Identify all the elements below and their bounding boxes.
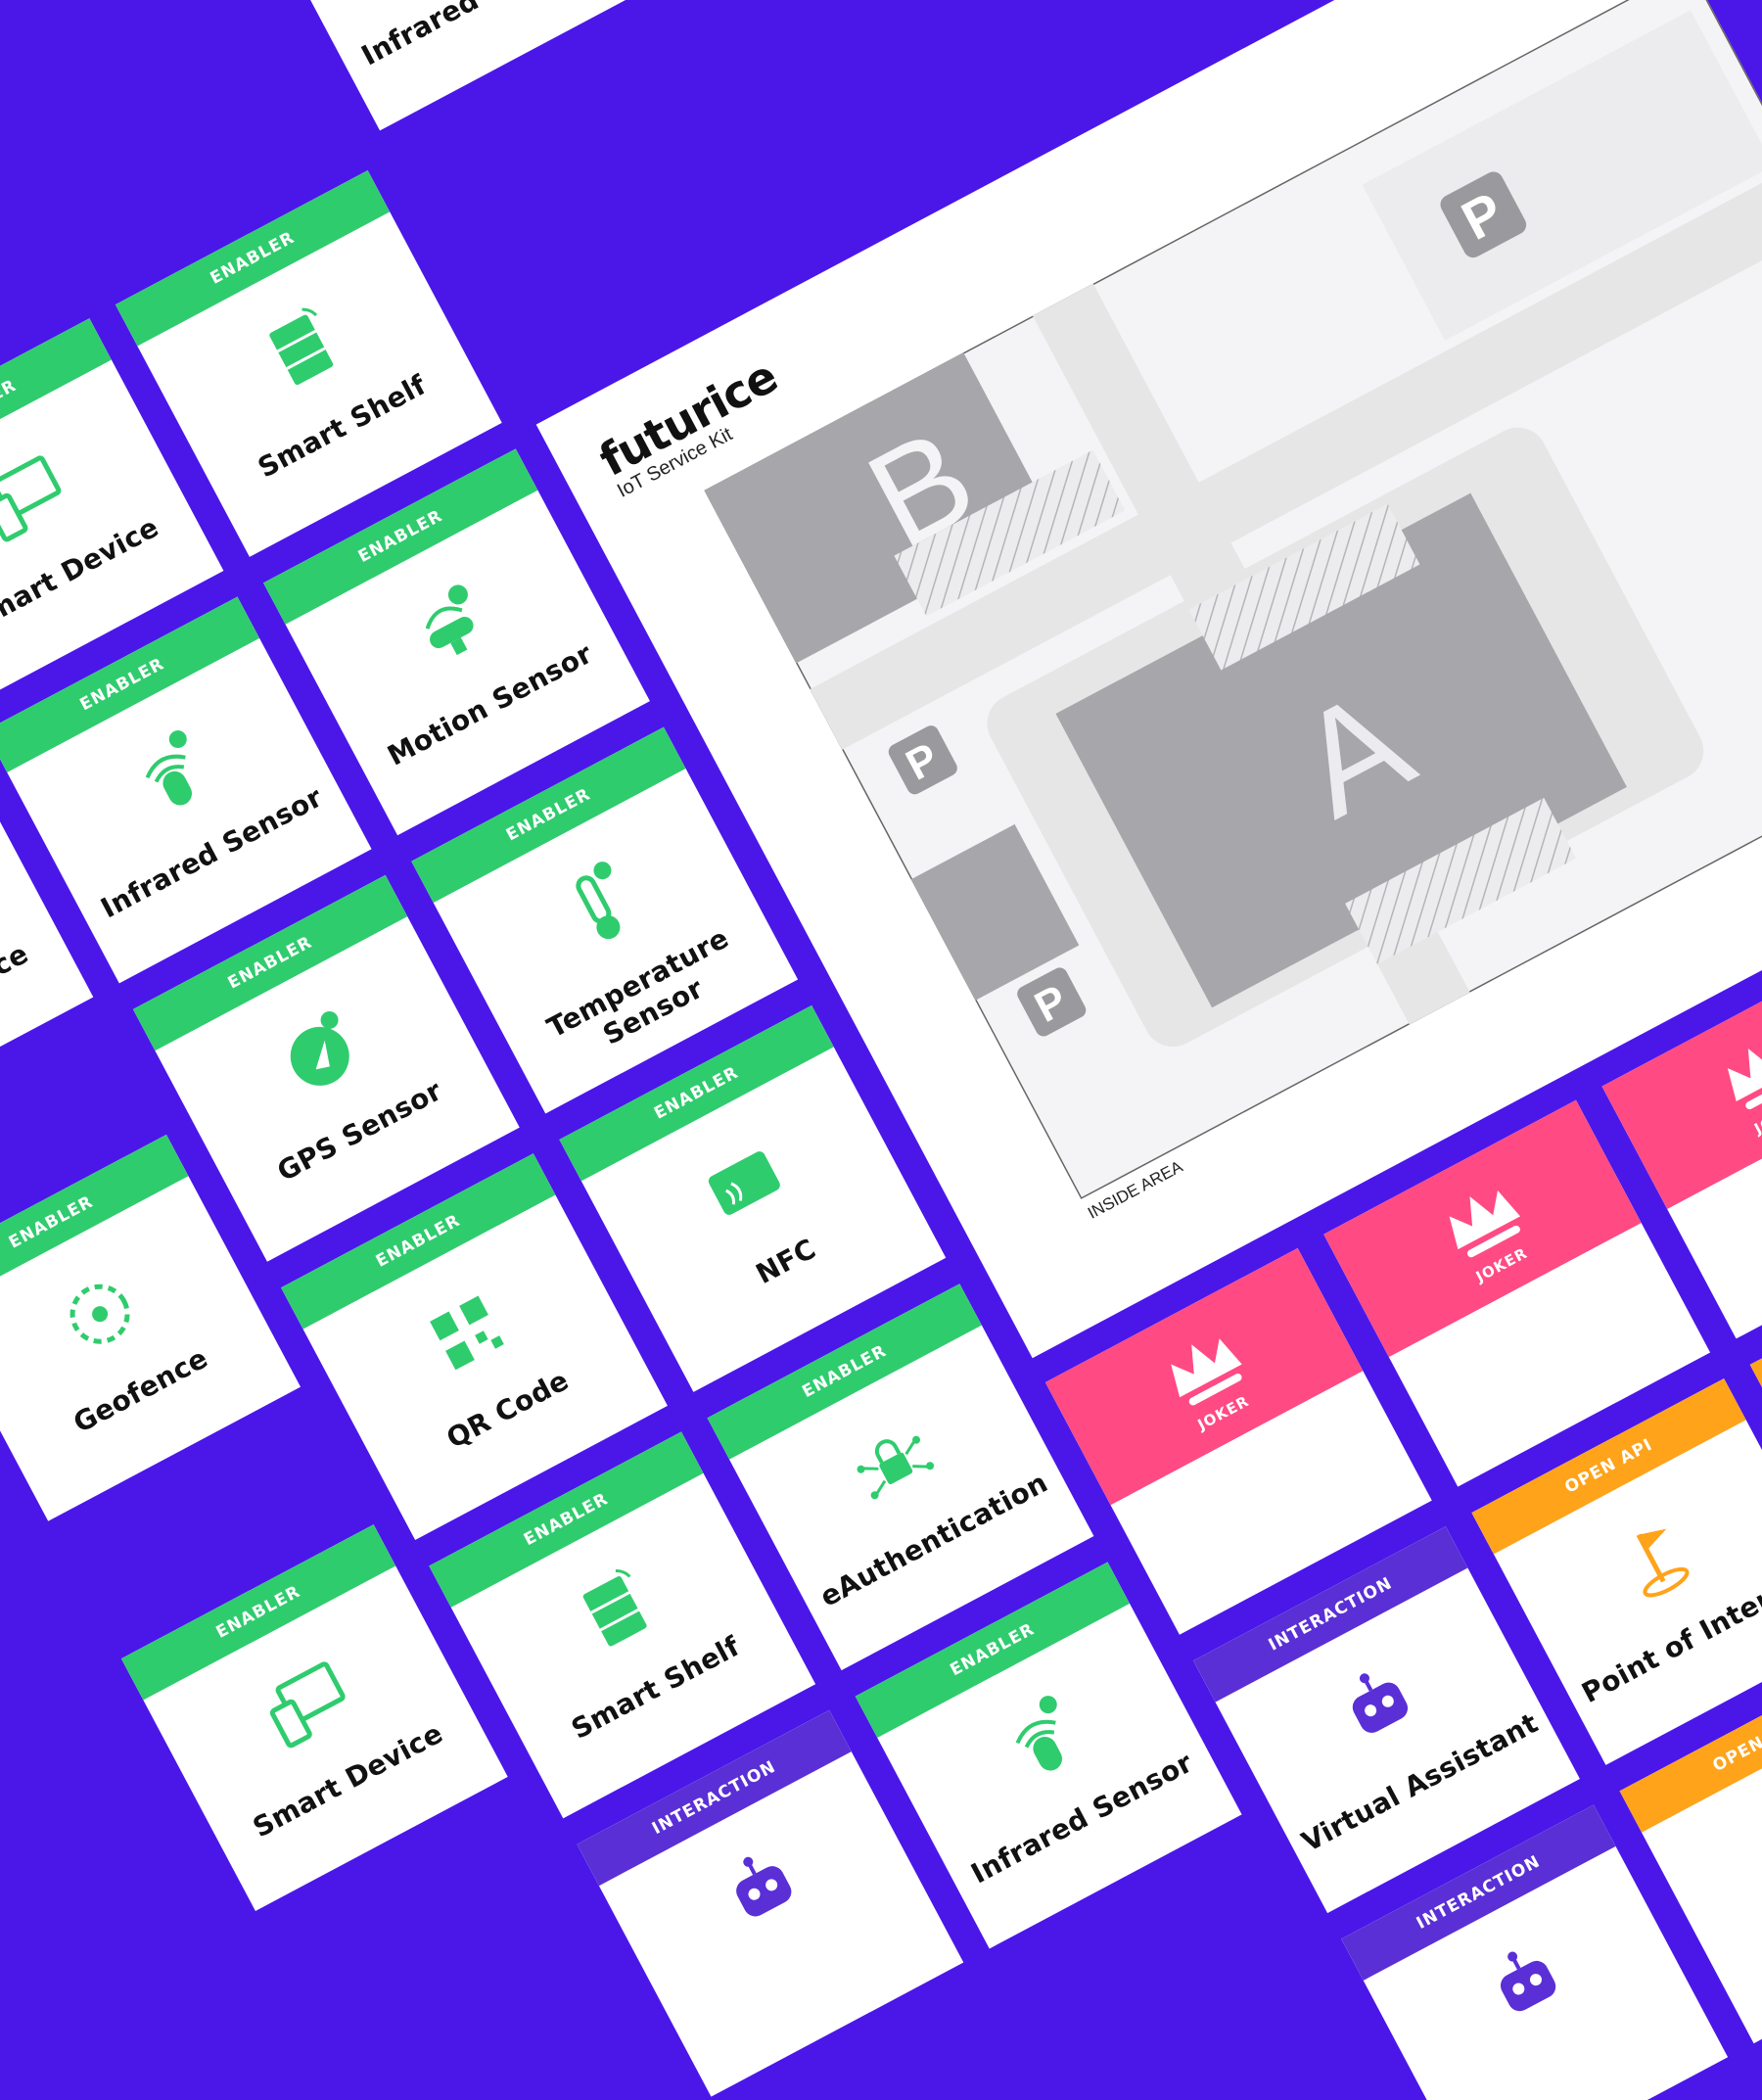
infrared-icon xyxy=(975,1675,1107,1807)
card-title xyxy=(1712,1832,1762,1966)
thermometer-icon xyxy=(532,840,664,972)
shelf-icon xyxy=(549,1545,681,1677)
gps-icon xyxy=(253,988,385,1120)
nfc-icon xyxy=(679,1119,811,1251)
enabler-card[interactable]: ENABLERInfrared Sensor xyxy=(245,0,632,131)
card-title: Infrared Sensor xyxy=(339,0,606,81)
motion-sensor-icon xyxy=(383,562,515,694)
infrared-icon xyxy=(105,710,237,842)
traffic-icon xyxy=(1739,1770,1762,1902)
robot-icon xyxy=(1461,1918,1594,2050)
qr-icon xyxy=(400,1267,533,1399)
robot-icon xyxy=(697,1823,829,1955)
photo-stage: futurice IoT Service Kit B A P P P INSID… xyxy=(0,0,1762,2100)
devices-icon xyxy=(0,432,89,564)
shelf-icon xyxy=(235,284,367,416)
site-map: B A P P P xyxy=(704,0,1762,1199)
geofence-icon xyxy=(33,1247,165,1379)
card-title: Smart Device xyxy=(0,937,34,1064)
lock-circuit-icon xyxy=(827,1397,959,1529)
crown-icon xyxy=(1696,1013,1762,1125)
devices-icon xyxy=(241,1637,373,1769)
robot-icon xyxy=(1313,1640,1445,1772)
flag-icon xyxy=(1592,1492,1724,1624)
